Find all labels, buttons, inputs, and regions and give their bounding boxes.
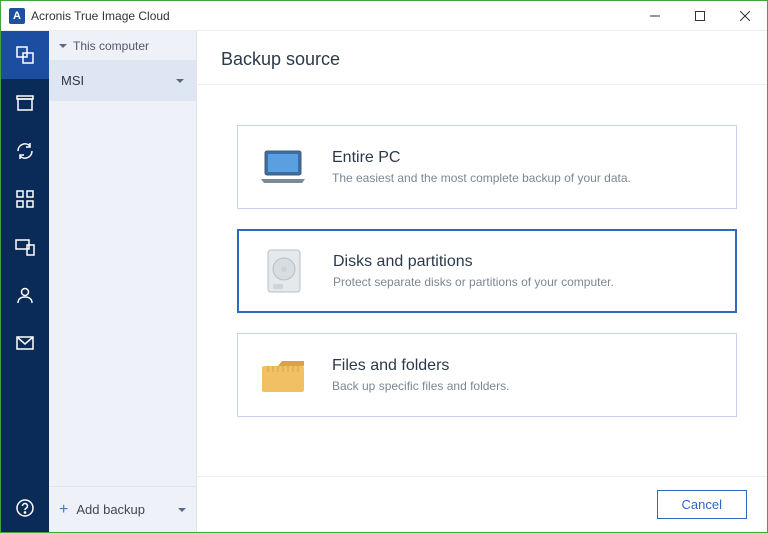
window-controls: [632, 1, 767, 30]
chevron-down-icon: [178, 508, 186, 512]
cancel-button[interactable]: Cancel: [657, 490, 747, 519]
option-desc: The easiest and the most complete backup…: [332, 171, 631, 185]
sidebar-item-msi[interactable]: MSI: [49, 61, 196, 101]
sidebar-item-label: MSI: [61, 73, 84, 88]
option-title: Files and folders: [332, 357, 509, 375]
add-backup-label: Add backup: [76, 502, 145, 517]
close-button[interactable]: [722, 1, 767, 30]
option-files-folders[interactable]: Files and folders Back up specific files…: [237, 333, 737, 417]
rail-backup-icon[interactable]: [1, 31, 49, 79]
option-disks-partitions[interactable]: Disks and partitions Protect separate di…: [237, 229, 737, 313]
chevron-down-icon: [176, 79, 184, 83]
add-backup-button[interactable]: + Add backup: [49, 486, 196, 532]
maximize-button[interactable]: [677, 1, 722, 30]
disk-icon: [257, 247, 311, 295]
nav-rail: [1, 31, 49, 532]
main-panel: Backup source Entire PC The easiest and …: [197, 31, 767, 532]
option-title: Disks and partitions: [333, 253, 614, 271]
page-title: Backup source: [221, 49, 743, 70]
plus-icon: +: [59, 501, 68, 519]
backup-list-sidebar: This computer MSI + Add backup: [49, 31, 197, 532]
app-icon: A: [9, 8, 25, 24]
body: This computer MSI + Add backup Backup so…: [1, 31, 767, 532]
option-title: Entire PC: [332, 149, 631, 167]
sidebar-header-label: This computer: [73, 39, 149, 53]
sidebar-header[interactable]: This computer: [49, 31, 196, 61]
main-header: Backup source: [197, 31, 767, 85]
footer: Cancel: [197, 476, 767, 532]
chevron-down-icon: [59, 44, 67, 48]
rail-dashboard-icon[interactable]: [1, 175, 49, 223]
laptop-icon: [256, 149, 310, 185]
rail-archive-icon[interactable]: [1, 79, 49, 127]
app-window: A Acronis True Image Cloud: [0, 0, 768, 533]
window-title: Acronis True Image Cloud: [31, 9, 632, 23]
rail-help-icon[interactable]: [1, 484, 49, 532]
rail-devices-icon[interactable]: [1, 223, 49, 271]
folder-icon: [256, 356, 310, 394]
rail-sync-icon[interactable]: [1, 127, 49, 175]
minimize-button[interactable]: [632, 1, 677, 30]
option-desc: Protect separate disks or partitions of …: [333, 275, 614, 289]
rail-account-icon[interactable]: [1, 271, 49, 319]
option-desc: Back up specific files and folders.: [332, 379, 509, 393]
option-entire-pc[interactable]: Entire PC The easiest and the most compl…: [237, 125, 737, 209]
rail-mail-icon[interactable]: [1, 319, 49, 367]
titlebar: A Acronis True Image Cloud: [1, 1, 767, 31]
backup-source-options: Entire PC The easiest and the most compl…: [197, 85, 767, 476]
